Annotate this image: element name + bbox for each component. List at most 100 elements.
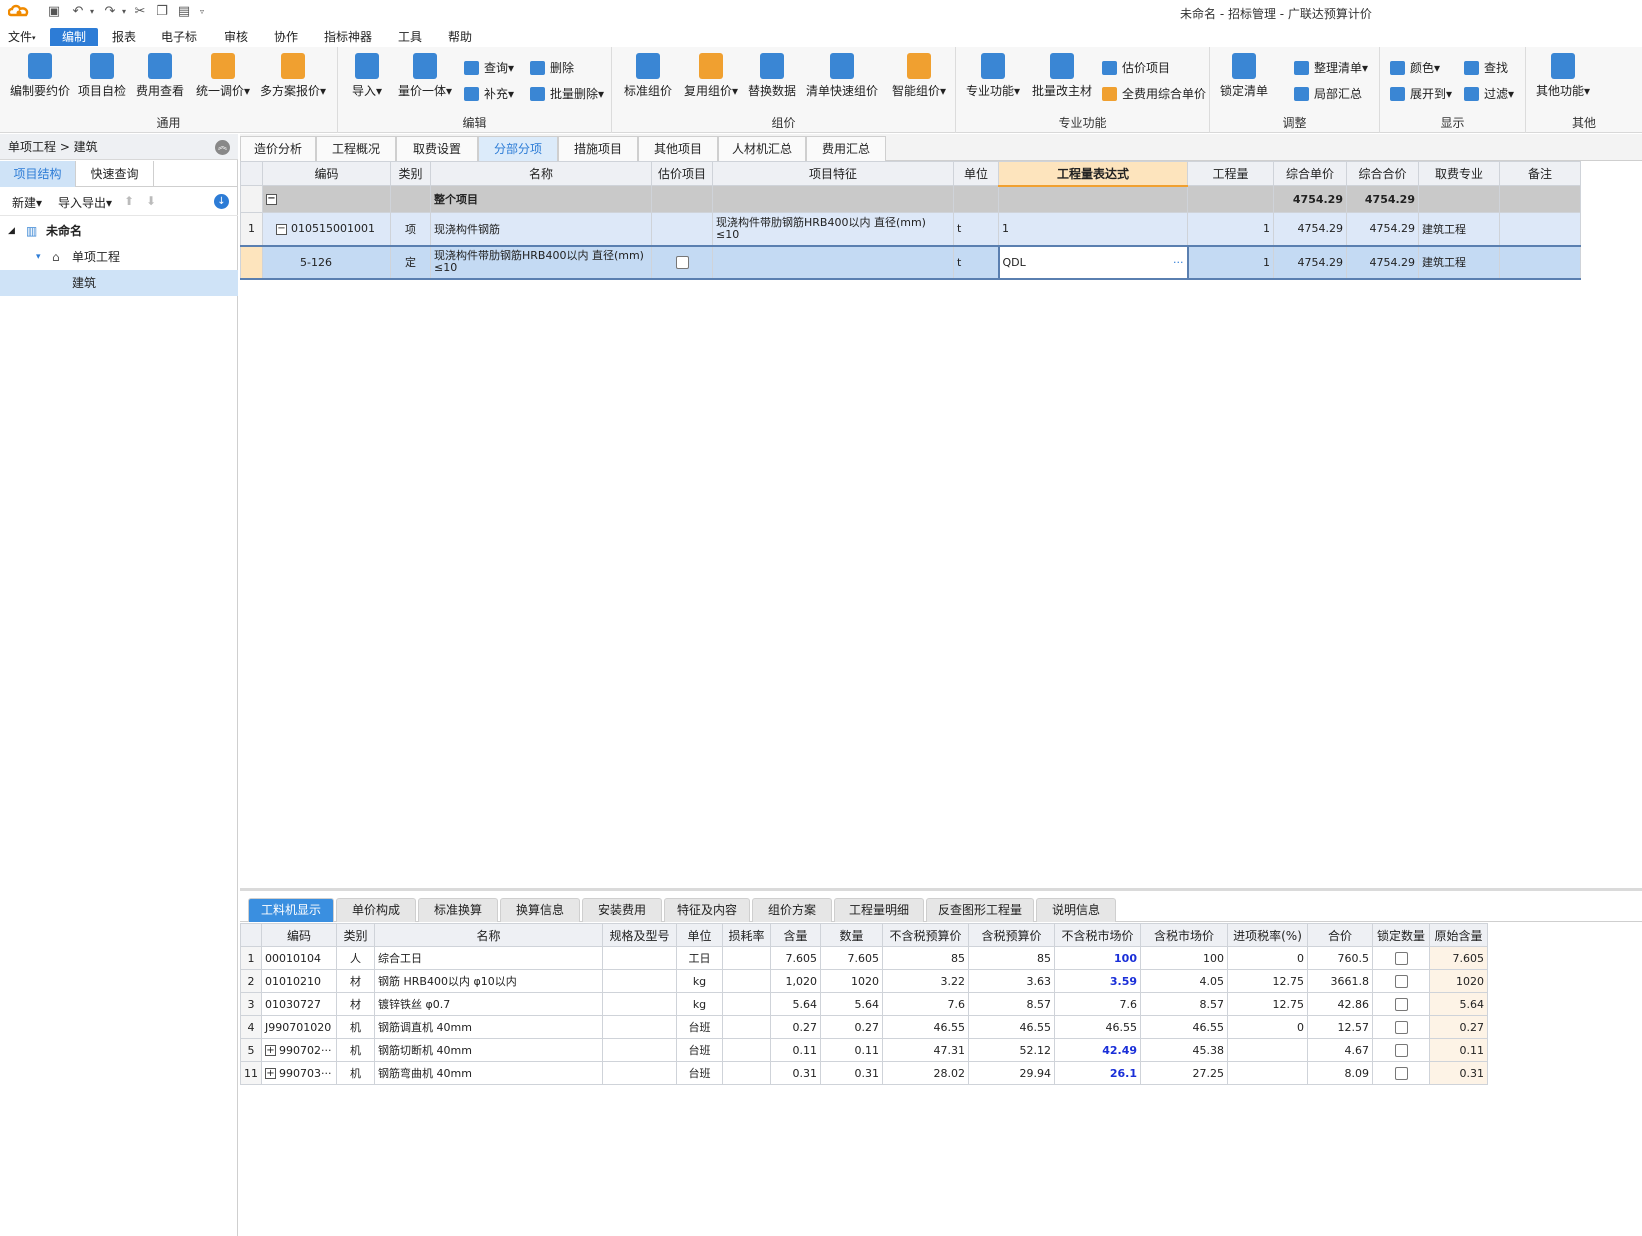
cell-spec[interactable] — [602, 992, 677, 1016]
tab-quick-query[interactable]: 快速查询 — [76, 161, 154, 187]
cell-estimate[interactable] — [651, 212, 713, 246]
qty-price-button[interactable]: 量价一体▾ — [398, 53, 452, 99]
supplement-button[interactable]: 补充▾ — [464, 85, 514, 103]
cell-expr[interactable]: 1 — [998, 212, 1188, 246]
cell-budget-price[interactable]: 85 — [882, 946, 969, 970]
cell-spec[interactable] — [602, 1061, 677, 1085]
table-row-total[interactable]: − 整个项目 4754.29 4754.29 — [240, 185, 1581, 213]
table-row-selected[interactable]: 5-126 定 现浇构件带肋钢筋HRB400以内 直径(mm) ≤10 t QD… — [240, 244, 1581, 280]
cell-quantity[interactable]: 0.11 — [820, 1038, 883, 1062]
resource-row[interactable]: 2 01010210 材钢筋 HRB400以内 φ10以内 kg 1,020 1020 3.… — [240, 969, 1488, 993]
cell-unit[interactable]: kg — [676, 969, 723, 993]
cell-type[interactable]: 机 — [336, 1038, 375, 1062]
more-icon[interactable]: ··· — [1173, 256, 1184, 269]
tab-standard-conversion[interactable]: 标准换算 — [418, 898, 498, 922]
cell-budget-price[interactable]: 3.22 — [882, 969, 969, 993]
cell-lock-qty[interactable] — [1372, 1015, 1430, 1039]
download-icon[interactable]: ↓ — [214, 194, 229, 209]
lock-list-button[interactable]: 锁定清单 — [1220, 53, 1268, 99]
cell-market-price-tax[interactable]: 46.55 — [1140, 1015, 1228, 1039]
redo-dropdown-icon[interactable]: ▾ — [116, 4, 132, 20]
cell-type[interactable]: 项 — [390, 212, 431, 246]
tab-fee-summary[interactable]: 费用汇总 — [806, 136, 886, 161]
import-export-button[interactable]: 导入导出▾ — [58, 194, 112, 211]
collapse-icon[interactable]: ︽ — [215, 140, 230, 155]
cell-market-price-tax[interactable]: 27.25 — [1140, 1061, 1228, 1085]
cell-code[interactable]: −010515001001 — [262, 212, 391, 246]
header-qty-expr[interactable]: 工程量表达式 — [998, 161, 1188, 187]
lock-checkbox[interactable] — [1394, 951, 1408, 965]
cell-code[interactable]: +990702··· — [261, 1038, 337, 1062]
header-qty[interactable]: 工程量 — [1187, 161, 1274, 186]
menu-index[interactable]: 指标神器 — [320, 28, 376, 46]
cell-quantity[interactable]: 1020 — [820, 969, 883, 993]
cell-market-price[interactable]: 26.1 — [1054, 1061, 1141, 1085]
cell-budget-price[interactable]: 47.31 — [882, 1038, 969, 1062]
cell-budget-price-tax[interactable]: 8.57 — [968, 992, 1055, 1016]
header-total[interactable]: 合价 — [1307, 923, 1373, 947]
menu-audit[interactable]: 审核 — [220, 28, 252, 46]
header-code[interactable]: 编码 — [262, 161, 391, 186]
cell-spec[interactable] — [602, 1015, 677, 1039]
cell-market-price-tax[interactable]: 100 — [1140, 946, 1228, 970]
cell-market-price-tax[interactable]: 45.38 — [1140, 1038, 1228, 1062]
cell-qty[interactable]: 1 — [1187, 212, 1274, 246]
cell-input-tax-rate[interactable]: 12.75 — [1227, 992, 1308, 1016]
save-icon[interactable]: ▣ — [46, 4, 62, 20]
tab-conversion-info[interactable]: 换算信息 — [500, 898, 580, 922]
cell-type[interactable]: 人 — [336, 946, 375, 970]
cell-code[interactable]: 01010210 — [261, 969, 337, 993]
header-budget-price[interactable]: 不含税预算价 — [882, 923, 969, 947]
batch-main-material-button[interactable]: 批量改主材 — [1032, 53, 1092, 99]
cell-code[interactable]: 5-126 — [262, 244, 391, 280]
cell-unit[interactable]: t — [953, 244, 999, 280]
smart-pricing-button[interactable]: 智能组价▾ — [892, 53, 946, 99]
compile-offer-button[interactable]: 编制要约价 — [10, 53, 70, 99]
tree-node-single-project[interactable]: ▾ ⌂ 单项工程 — [0, 244, 238, 270]
pane-splitter[interactable] — [240, 888, 1642, 891]
cell-content[interactable]: 7.605 — [770, 946, 821, 970]
cell-market-price[interactable]: 3.59 — [1054, 969, 1141, 993]
tab-description[interactable]: 说明信息 — [1036, 898, 1116, 922]
cell-code[interactable]: 00010104 — [261, 946, 337, 970]
caret-down-icon[interactable]: ▾ — [36, 244, 41, 270]
menu-collab[interactable]: 协作 — [270, 28, 302, 46]
header-market-price-tax[interactable]: 含税市场价 — [1140, 923, 1228, 947]
paste-icon[interactable]: ▤ — [176, 4, 192, 20]
cell-budget-price-tax[interactable]: 85 — [968, 946, 1055, 970]
cell-quantity[interactable]: 5.64 — [820, 992, 883, 1016]
cell-code[interactable]: 01030727 — [261, 992, 337, 1016]
cell-name[interactable]: 综合工日 — [374, 946, 603, 970]
arrow-up-icon[interactable]: ⬆ — [124, 194, 134, 208]
replace-data-button[interactable]: 替换数据 — [748, 53, 796, 99]
filter-button[interactable]: 过滤▾ — [1464, 85, 1514, 103]
tab-fee-settings[interactable]: 取费设置 — [396, 136, 478, 161]
tab-labor-material[interactable]: 人材机汇总 — [718, 136, 806, 161]
cell-content[interactable]: 0.11 — [770, 1038, 821, 1062]
cell-code[interactable]: +990703··· — [261, 1061, 337, 1085]
resource-row[interactable]: 11 +990703··· 机钢筋弯曲机 40mm 台班 0.31 0.31 28.02 29… — [240, 1061, 1488, 1085]
cell-estimate[interactable] — [651, 244, 713, 280]
cell-market-price[interactable]: 46.55 — [1054, 1015, 1141, 1039]
expr-value[interactable]: QDL — [1003, 256, 1026, 269]
cell-loss-rate[interactable] — [722, 992, 771, 1016]
cell-market-price[interactable]: 42.49 — [1054, 1038, 1141, 1062]
expand-toggle-icon[interactable]: + — [265, 1045, 276, 1056]
cell-type[interactable]: 材 — [336, 992, 375, 1016]
import-button[interactable]: 导入▾ — [352, 53, 382, 99]
cell-budget-price[interactable]: 7.6 — [882, 992, 969, 1016]
cell-lock-qty[interactable] — [1372, 946, 1430, 970]
resource-row[interactable]: 3 01030727 材镀锌铁丝 φ0.7 kg 5.64 5.64 7.6 8.57 7.6 8… — [240, 992, 1488, 1016]
arrow-down-icon[interactable]: ⬇ — [146, 194, 156, 208]
cell-loss-rate[interactable] — [722, 969, 771, 993]
other-functions-button[interactable]: 其他功能▾ — [1536, 53, 1590, 99]
query-button[interactable]: 查询▾ — [464, 59, 514, 77]
menu-edit[interactable]: 编制 — [50, 28, 99, 46]
estimate-checkbox[interactable] — [675, 255, 689, 269]
cell-qty[interactable]: 1 — [1187, 244, 1274, 280]
menu-help[interactable]: 帮助 — [444, 28, 476, 46]
header-estimate[interactable]: 估价项目 — [651, 161, 713, 186]
lock-checkbox[interactable] — [1394, 1066, 1408, 1080]
header-remark[interactable]: 备注 — [1499, 161, 1581, 186]
cell-expr-editing[interactable]: QDL ··· — [997, 244, 1189, 280]
